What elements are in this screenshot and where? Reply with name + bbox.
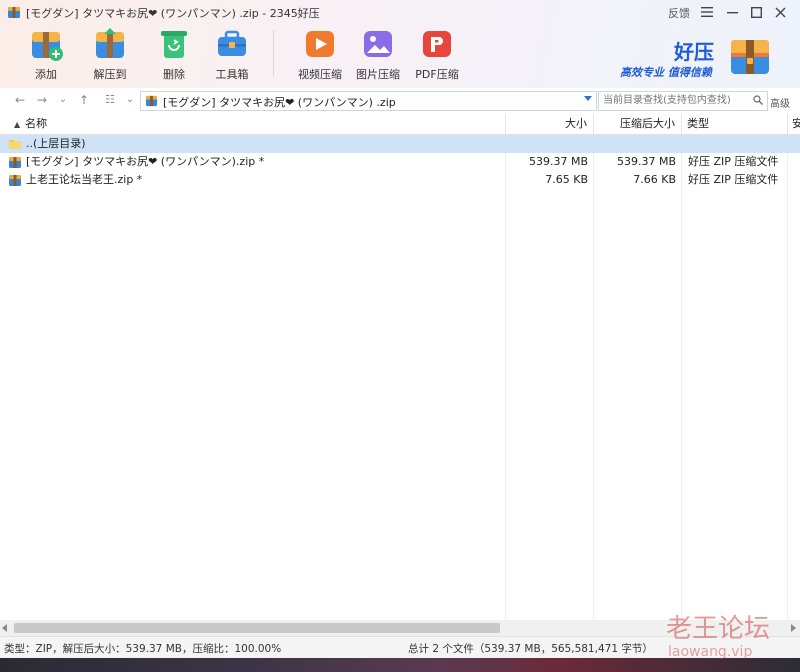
feedback-link[interactable]: 反馈 [668,5,690,21]
app-icon [8,7,20,18]
brand-name: 好压 [674,40,714,64]
close-icon[interactable] [772,4,788,20]
add-label: 添加 [35,68,57,81]
extract-label: 解压到 [93,68,127,81]
minimize-icon[interactable] [724,4,740,20]
column-name[interactable]: ▲ 名称 [0,114,506,134]
file-name: 上老王论坛当老王.zip * [26,173,143,186]
zip-file-icon [9,157,21,168]
brand-logo-icon [731,40,769,74]
address-toolbar: ← → ⌄ ↑ ☷ ⌄ [モグダン] タツマキお尻❤ (ワンパンマン) .zip… [0,88,800,115]
pdf-compress-icon [419,26,455,62]
up-folder-icon[interactable]: ↑ [76,93,92,107]
column-divider [593,135,594,620]
delete-label: 删除 [163,68,185,81]
extract-icon [92,26,128,62]
file-row[interactable]: [モグダン] タツマキお尻❤ (ワンパンマン).zip * 539.37 MB … [0,153,800,171]
toolbar-separator [273,30,274,76]
scroll-left-icon[interactable] [2,624,7,632]
file-row-parent[interactable]: ..(上层目录) [0,135,800,153]
add-archive-icon [28,26,64,62]
scrollbar-thumb[interactable] [14,623,500,633]
image-compress-label: 图片压缩 [356,68,400,81]
delete-button[interactable]: 删除 [150,26,198,82]
column-size[interactable]: 大小 [506,114,594,134]
column-header: ▲ 名称 大小 压缩后大小 类型 安 [0,114,800,135]
search-box[interactable] [598,91,768,111]
brand-slogan: 高效专业 值得信赖 [620,66,712,79]
file-name: ..(上层目录) [26,137,86,150]
file-name: [モグダン] タツマキお尻❤ (ワンパンマン).zip * [26,155,265,168]
view-mode-icon[interactable]: ☷ [102,93,118,106]
folder-icon [9,140,21,149]
toolbox-label: 工具箱 [215,68,249,81]
watermark-url: laowang.vip [668,644,753,660]
video-compress-label: 视频压缩 [298,68,342,81]
image-compress-button[interactable]: 图片压缩 [354,26,402,82]
maximize-icon[interactable] [748,4,764,20]
file-packed-size: 539.37 MB [616,155,676,168]
view-dropdown-icon[interactable]: ⌄ [122,94,138,105]
recycle-delete-icon [156,26,192,62]
file-size: 539.37 MB [528,155,588,168]
column-type[interactable]: 类型 [682,114,788,134]
file-row[interactable]: 上老王论坛当老王.zip * 7.65 KB 7.66 KB 好压 ZIP 压缩… [0,171,800,189]
pdf-compress-button[interactable]: PDF压缩 [413,26,461,82]
back-icon[interactable]: ← [12,93,28,107]
file-list: ..(上层目录) [モグダン] タツマキお尻❤ (ワンパンマン).zip * 5… [0,135,800,620]
search-input[interactable] [601,93,745,108]
status-total-info: 总计 2 个文件（539.37 MB，565,581,471 字节） [408,643,653,655]
address-field[interactable]: [モグダン] タツマキお尻❤ (ワンパンマン) .zip [140,91,597,111]
file-type: 好压 ZIP 压缩文件 [688,155,779,168]
video-compress-button[interactable]: 视频压缩 [296,26,344,82]
column-packed-size[interactable]: 压缩后大小 [594,114,682,134]
column-extra[interactable]: 安 [788,114,800,134]
file-type: 好压 ZIP 压缩文件 [688,173,779,186]
video-compress-icon [302,26,338,62]
window-title: [モグダン] タツマキお尻❤ (ワンパンマン) .zip - 2345好压 [26,7,320,20]
status-selection-info: 类型：ZIP，解压后大小：539.37 MB，压缩比：100.00% [4,643,282,655]
advanced-search-button[interactable]: 高级 [770,95,790,110]
toolbox-icon [214,26,250,62]
address-dropdown-icon[interactable] [584,96,592,101]
search-icon[interactable] [753,95,763,105]
file-size: 7.65 KB [545,173,588,186]
add-button[interactable]: 添加 [22,26,70,82]
column-divider [505,135,506,620]
top-banner: [モグダン] タツマキお尻❤ (ワンパンマン) .zip - 2345好压 反馈… [0,0,800,88]
pdf-compress-label: PDF压缩 [415,68,459,81]
sort-asc-icon: ▲ [14,120,21,129]
forward-icon[interactable]: → [34,93,50,107]
site-watermark: 老王论坛 laowang.vip [664,608,800,666]
address-path: [モグダン] タツマキお尻❤ (ワンパンマン) .zip [163,96,396,109]
menu-icon[interactable] [699,4,715,20]
history-dropdown-icon[interactable]: ⌄ [55,94,71,105]
watermark-title: 老王论坛 [666,614,771,644]
zip-file-icon [9,175,21,186]
title-bar: [モグダン] タツマキお尻❤ (ワンパンマン) .zip - 2345好压 反馈 [0,0,800,24]
column-name-label: 名称 [25,117,48,130]
extract-button[interactable]: 解压到 [86,26,134,82]
file-packed-size: 7.66 KB [633,173,676,186]
toolbox-button[interactable]: 工具箱 [208,26,256,82]
zip-file-icon [145,95,158,107]
image-compress-icon [360,26,396,62]
column-divider [787,135,788,620]
column-divider [681,135,682,620]
